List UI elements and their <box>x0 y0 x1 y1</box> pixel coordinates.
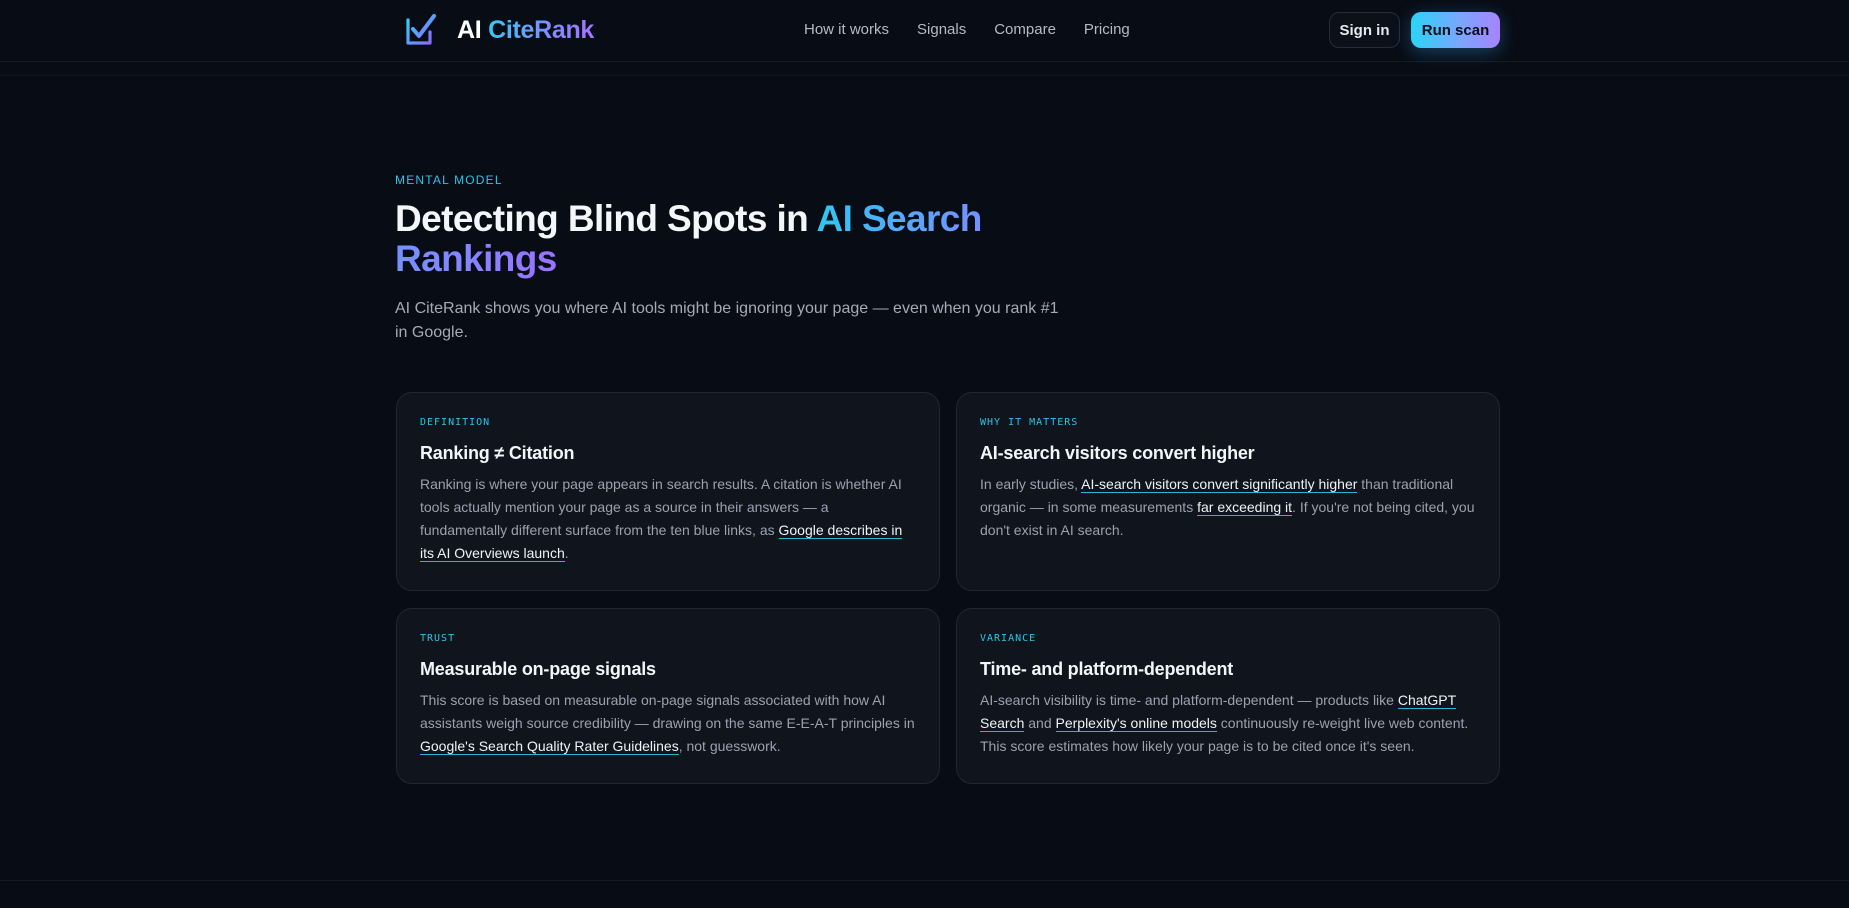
footer-divider <box>0 880 1849 881</box>
nav-compare[interactable]: Compare <box>994 20 1056 40</box>
page-title: Detecting Blind Spots in AI Search Ranki… <box>395 199 1095 279</box>
run-scan-button[interactable]: Run scan <box>1411 12 1500 48</box>
card-title: Ranking ≠ Citation <box>420 443 575 463</box>
card-title: Time- and platform-dependent <box>980 659 1234 679</box>
card-tag: TRUST <box>420 633 456 644</box>
header-divider <box>0 75 1849 76</box>
brand-name-citerank: CiteRank <box>488 15 595 44</box>
nav-signals[interactable]: Signals <box>917 20 966 40</box>
card-body-link[interactable]: far exceeding it <box>1197 499 1293 516</box>
card-title: AI-search visitors convert higher <box>980 443 1255 463</box>
card-definition: DEFINITION Ranking ≠ Citation Ranking is… <box>396 392 940 591</box>
card-body-text: , not guesswork. <box>678 738 781 754</box>
nav-how-it-works[interactable]: How it works <box>804 20 889 40</box>
card-why-it-matters: WHY IT MATTERS AI-search visitors conver… <box>956 392 1500 591</box>
sign-in-button[interactable]: Sign in <box>1329 12 1400 48</box>
page-title-plain: Detecting Blind Spots in <box>395 198 817 239</box>
card-body: AI-search visibility is time- and platfo… <box>980 689 1476 758</box>
card-body-text: AI-search visibility is time- and platfo… <box>980 692 1398 708</box>
card-body: In early studies, AI-search visitors con… <box>980 473 1476 542</box>
card-trust: TRUST Measurable on-page signals This sc… <box>396 608 940 784</box>
card-tag: WHY IT MATTERS <box>980 417 1079 428</box>
card-body-text: In early studies, <box>980 476 1082 492</box>
nav-pricing[interactable]: Pricing <box>1084 20 1130 40</box>
card-body-link[interactable]: Perplexity's online models <box>1055 715 1217 732</box>
card-body: This score is based on measurable on-pag… <box>420 689 916 758</box>
card-body-link[interactable]: Google's Search Quality Rater Guidelines <box>420 738 679 755</box>
card-body-text: and <box>1024 715 1056 731</box>
section-eyebrow: MENTAL MODEL <box>395 173 503 187</box>
main-nav: How it works Signals Compare Pricing <box>804 20 1130 40</box>
card-title: Measurable on-page signals <box>420 659 656 679</box>
card-body-link[interactable]: AI-search visitors convert significantly… <box>1081 476 1358 493</box>
card-tag: DEFINITION <box>420 417 491 428</box>
card-body: Ranking is where your page appears in se… <box>420 473 916 565</box>
brand-name-ai: AI <box>457 15 482 44</box>
checkbox-check-icon <box>406 14 436 45</box>
brand-name: AI CiteRank <box>457 16 594 45</box>
brand-logo-link[interactable]: AI CiteRank <box>403 11 594 49</box>
card-variance: VARIANCE Time- and platform-dependent AI… <box>956 608 1500 784</box>
page-subtitle: AI CiteRank shows you where AI tools mig… <box>395 300 1059 341</box>
card-body-text: . <box>564 545 569 561</box>
card-tag: VARIANCE <box>980 633 1037 644</box>
card-body-text: This score is based on measurable on-pag… <box>420 692 915 731</box>
